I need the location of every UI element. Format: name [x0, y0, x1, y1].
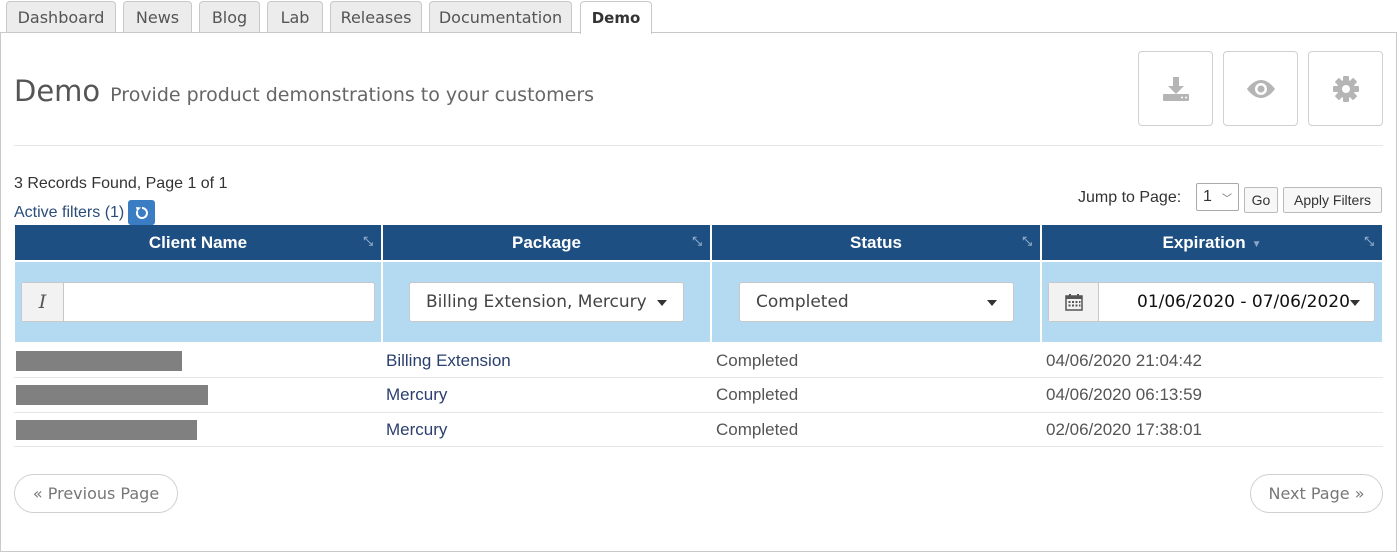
client-name-filter[interactable]: I	[21, 282, 375, 322]
reset-icon	[135, 206, 148, 219]
tab-news[interactable]: News	[123, 1, 192, 33]
row-1-status: Completed	[716, 351, 799, 370]
redacted-client-name	[16, 351, 182, 371]
expiration-date-range-filter[interactable]: 01/06/2020 - 07/06/2020	[1048, 282, 1375, 322]
redacted-client-name	[16, 385, 208, 405]
reset-filters-button[interactable]	[128, 200, 156, 225]
row-2-expiration: 04/06/2020 06:13:59	[1046, 385, 1202, 404]
row-divider	[14, 412, 1383, 413]
download-icon	[1162, 76, 1189, 101]
row-2-package[interactable]: Mercury	[386, 385, 447, 405]
row-1-expiration: 04/06/2020 21:04:42	[1046, 351, 1202, 370]
column-header-expiration[interactable]: Expiration ▼ ⤡	[1042, 225, 1382, 260]
row-2-status: Completed	[716, 385, 799, 404]
tab-documentation[interactable]: Documentation	[429, 1, 572, 33]
column-header-status[interactable]: Status ⤡	[712, 225, 1040, 260]
jump-to-page-label: Jump to Page:	[1078, 189, 1182, 206]
package-filter-value: Billing Extension, Mercury	[426, 292, 647, 312]
records-count: 3 Records Found, Page 1 of 1	[14, 175, 228, 192]
tab-lab[interactable]: Lab	[267, 1, 323, 33]
pin-icon[interactable]: ⤡	[363, 234, 373, 249]
previous-page-button[interactable]: « Previous Page	[14, 474, 178, 513]
expiration-filter-value: 01/06/2020 - 07/06/2020	[1137, 292, 1350, 312]
pin-icon[interactable]: ⤡	[692, 234, 702, 249]
column-label: Status	[850, 232, 902, 252]
caret-down-icon	[657, 300, 667, 306]
redacted-client-name	[16, 420, 197, 440]
status-filter-value: Completed	[756, 292, 849, 312]
sort-desc-icon: ▼	[1251, 239, 1262, 250]
column-header-package[interactable]: Package ⤡	[383, 225, 710, 260]
caret-down-icon	[1350, 300, 1360, 306]
next-page-button[interactable]: Next Page »	[1250, 474, 1383, 513]
download-button[interactable]	[1138, 51, 1213, 126]
tab-dashboard[interactable]: Dashboard	[6, 1, 116, 33]
page-subtitle: Provide product demonstrations to your c…	[110, 84, 595, 106]
tab-demo[interactable]: Demo	[580, 1, 652, 34]
page-select-value: 1	[1203, 188, 1212, 205]
active-filters: Active filters (1)	[14, 200, 156, 225]
column-label: Expiration	[1162, 232, 1246, 252]
package-filter-dropdown[interactable]: Billing Extension, Mercury	[409, 282, 684, 322]
row-divider	[14, 446, 1383, 447]
apply-filters-button[interactable]: Apply Filters	[1283, 187, 1382, 213]
row-3-package[interactable]: Mercury	[386, 420, 447, 440]
page-title: Demo Provide product demonstrations to y…	[14, 74, 594, 108]
tab-bar: Dashboard News Blog Lab Releases Documen…	[0, 0, 1397, 34]
text-cursor-icon: I	[22, 283, 64, 321]
chevron-down-icon: ﹀	[1222, 194, 1232, 205]
status-filter-dropdown[interactable]: Completed	[739, 282, 1014, 322]
active-filters-label: Active filters (1)	[14, 203, 125, 221]
row-3-status: Completed	[716, 420, 799, 439]
column-header-client-name[interactable]: Client Name ⤡	[15, 225, 381, 260]
tab-releases[interactable]: Releases	[330, 1, 422, 33]
column-label: Package	[512, 232, 581, 252]
page-select[interactable]: 1 ﹀	[1196, 183, 1239, 211]
go-button[interactable]: Go	[1244, 187, 1278, 213]
calendar-icon[interactable]	[1049, 283, 1099, 321]
eye-icon	[1246, 79, 1275, 98]
tab-blog[interactable]: Blog	[199, 1, 260, 33]
preview-button[interactable]	[1223, 51, 1298, 126]
caret-down-icon	[987, 300, 997, 306]
page-title-main: Demo	[14, 74, 101, 108]
column-label: Client Name	[148, 232, 248, 252]
pin-icon[interactable]: ⤡	[1022, 234, 1032, 249]
settings-button[interactable]	[1308, 51, 1383, 126]
divider	[14, 145, 1383, 146]
row-1-package[interactable]: Billing Extension	[386, 351, 511, 371]
gear-icon	[1332, 75, 1359, 102]
pin-icon[interactable]: ⤡	[1364, 234, 1374, 249]
row-3-expiration: 02/06/2020 17:38:01	[1046, 420, 1202, 439]
row-divider	[14, 377, 1383, 378]
